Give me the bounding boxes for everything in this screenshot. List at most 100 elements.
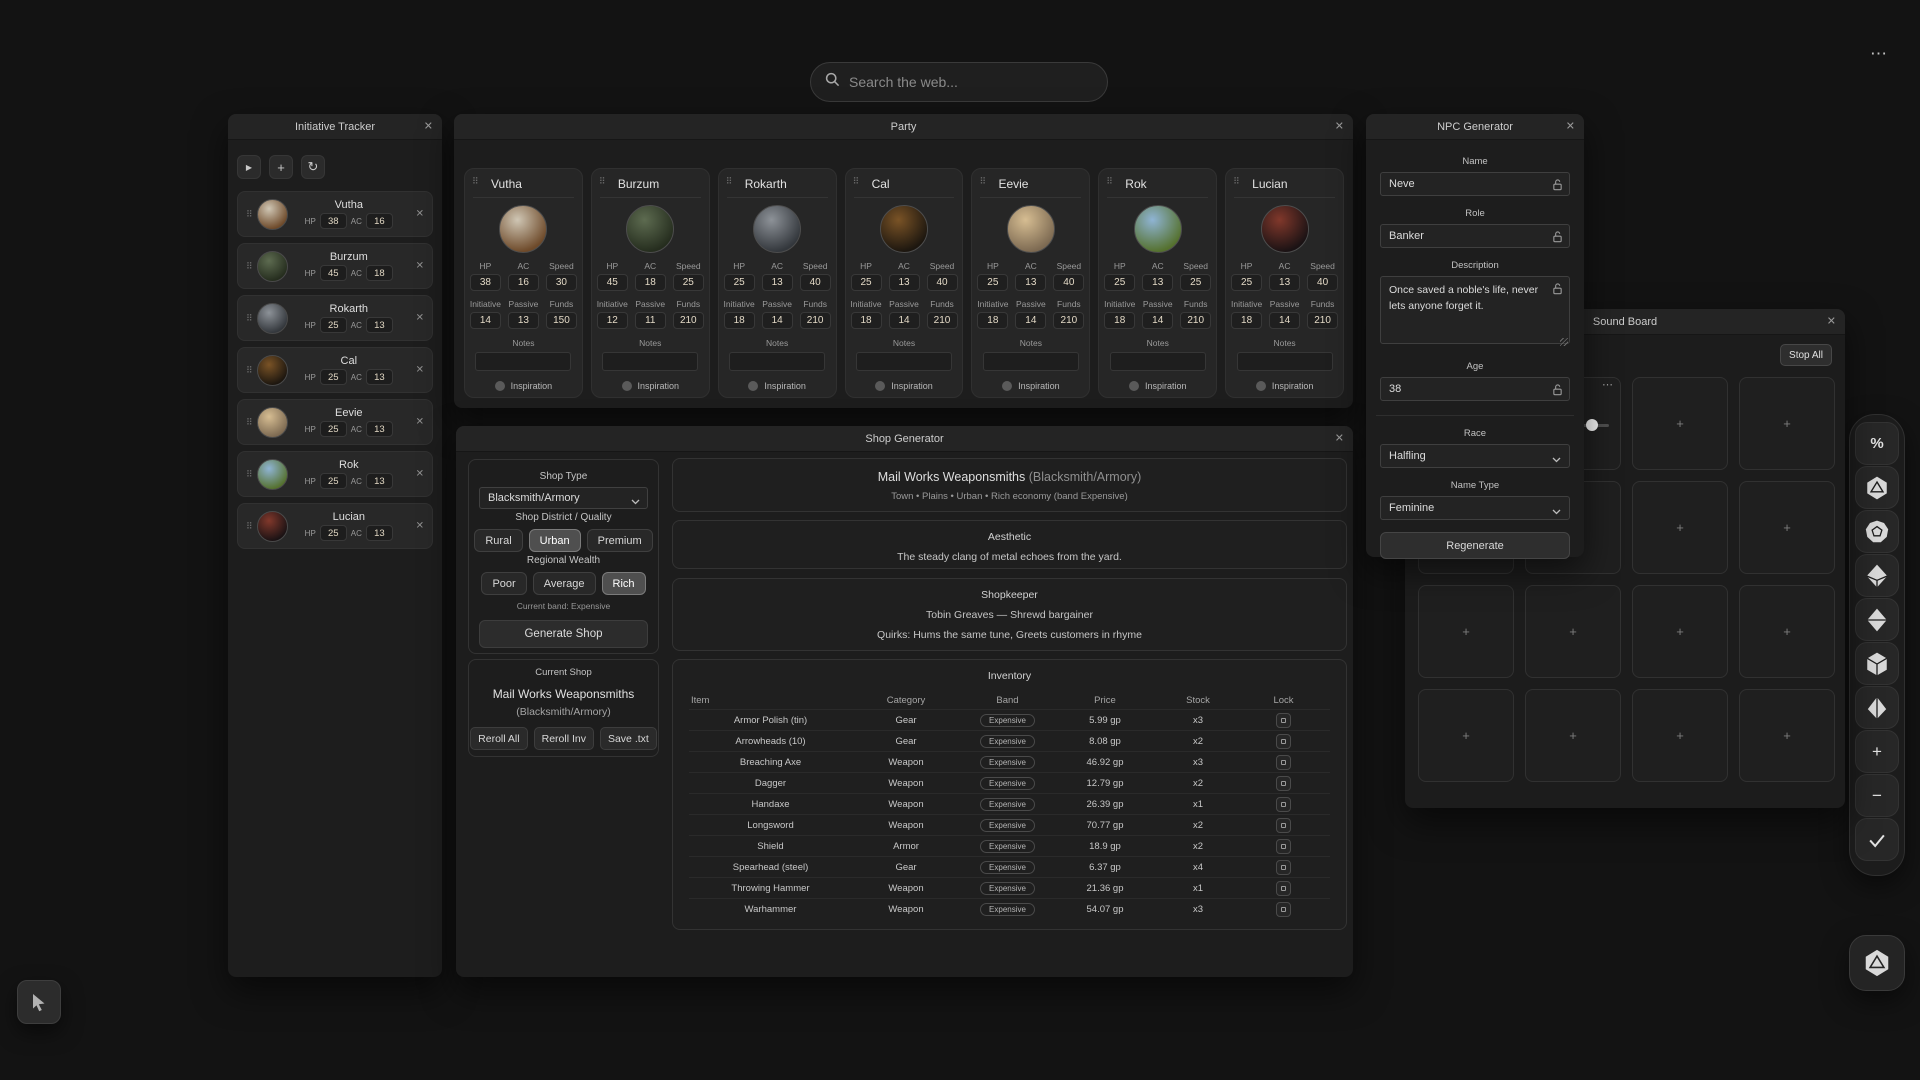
initiative-row[interactable]: ⠿ Vutha HP 38 AC 16 ✕ (237, 191, 433, 237)
speed-value[interactable]: 30 (546, 274, 577, 291)
wealth-option-button[interactable]: Rich (602, 572, 646, 595)
hp-value[interactable]: 25 (320, 317, 347, 333)
passive-value[interactable]: 13 (508, 312, 539, 329)
initiative-value[interactable]: 12 (597, 312, 628, 329)
inspiration-toggle[interactable] (748, 381, 758, 391)
pointer-tool-button[interactable] (17, 980, 61, 1024)
inspiration-toggle[interactable] (622, 381, 632, 391)
remove-combatant-icon[interactable]: ✕ (416, 469, 424, 480)
notes-input[interactable] (475, 352, 571, 371)
notes-input[interactable] (983, 352, 1079, 371)
dice-d10-button[interactable] (1855, 554, 1899, 597)
resize-grip[interactable] (1560, 338, 1568, 346)
dice-increment-button[interactable]: + (1855, 730, 1899, 773)
shop-action-button[interactable]: Reroll All (470, 727, 527, 750)
name-type-select[interactable]: Feminine (1380, 496, 1570, 520)
inspiration-toggle[interactable] (1129, 381, 1139, 391)
speed-value[interactable]: 25 (1180, 274, 1211, 291)
dice-d20-button[interactable] (1855, 466, 1899, 509)
speed-value[interactable]: 40 (1053, 274, 1084, 291)
ac-value[interactable]: 18 (366, 265, 393, 281)
initiative-value[interactable]: 18 (1104, 312, 1135, 329)
sound-tile[interactable]: + (1632, 377, 1728, 470)
lock-item-checkbox[interactable] (1276, 881, 1291, 896)
sound-tile[interactable]: + (1739, 377, 1835, 470)
stop-all-button[interactable]: Stop All (1780, 344, 1832, 366)
initiative-row[interactable]: ⠿ Rok HP 25 AC 13 ✕ (237, 451, 433, 497)
ac-value[interactable]: 13 (366, 473, 393, 489)
remove-combatant-icon[interactable]: ✕ (416, 417, 424, 428)
ac-value[interactable]: 13 (762, 274, 793, 291)
ac-value[interactable]: 13 (1015, 274, 1046, 291)
drag-handle-icon[interactable]: ⠿ (853, 176, 860, 187)
hp-value[interactable]: 45 (597, 274, 628, 291)
hp-value[interactable]: 45 (320, 265, 347, 281)
lock-item-checkbox[interactable] (1276, 713, 1291, 728)
overflow-menu-icon[interactable]: ⋯ (1870, 44, 1888, 64)
regenerate-button[interactable]: Regenerate (1380, 532, 1570, 559)
initiative-value[interactable]: 18 (724, 312, 755, 329)
lock-item-checkbox[interactable] (1276, 818, 1291, 833)
district-option-button[interactable]: Urban (529, 529, 581, 552)
close-icon[interactable]: ✕ (1335, 121, 1344, 132)
sound-tile[interactable]: + (1632, 481, 1728, 574)
sound-tile[interactable]: + (1632, 585, 1728, 678)
wealth-option-button[interactable]: Average (533, 572, 596, 595)
dice-d6-button[interactable] (1855, 642, 1899, 685)
sound-tile[interactable]: + (1525, 689, 1621, 782)
initiative-value[interactable]: 18 (977, 312, 1008, 329)
lock-item-checkbox[interactable] (1276, 776, 1291, 791)
npc-role-input[interactable] (1380, 224, 1570, 248)
hp-value[interactable]: 25 (977, 274, 1008, 291)
drag-handle-icon[interactable]: ⠿ (726, 176, 733, 187)
dice-d4-button[interactable] (1855, 686, 1899, 729)
npc-description-textarea[interactable]: Once saved a noble's life, never lets an… (1380, 276, 1570, 344)
inspiration-toggle[interactable] (1002, 381, 1012, 391)
dice-confirm-button[interactable] (1855, 818, 1899, 861)
unlock-icon[interactable] (1552, 383, 1563, 401)
lock-item-checkbox[interactable] (1276, 797, 1291, 812)
hp-value[interactable]: 25 (320, 473, 347, 489)
play-round-button[interactable]: ▶ (237, 155, 261, 179)
funds-value[interactable]: 210 (1053, 312, 1084, 329)
hp-value[interactable]: 25 (320, 525, 347, 541)
speed-value[interactable]: 25 (673, 274, 704, 291)
unlock-icon[interactable] (1552, 282, 1563, 300)
drag-handle-icon[interactable]: ⠿ (246, 521, 253, 532)
web-search-bar[interactable] (810, 62, 1108, 102)
sound-tile[interactable]: + (1739, 481, 1835, 574)
inspiration-toggle[interactable] (875, 381, 885, 391)
initiative-row[interactable]: ⠿ Rokarth HP 25 AC 13 ✕ (237, 295, 433, 341)
initiative-value[interactable]: 18 (851, 312, 882, 329)
initiative-row[interactable]: ⠿ Burzum HP 45 AC 18 ✕ (237, 243, 433, 289)
lock-item-checkbox[interactable] (1276, 902, 1291, 917)
shop-type-select[interactable]: Blacksmith/Armory (479, 487, 648, 509)
drag-handle-icon[interactable]: ⠿ (246, 365, 253, 376)
sound-tile[interactable]: + (1739, 585, 1835, 678)
remove-combatant-icon[interactable]: ✕ (416, 521, 424, 532)
remove-combatant-icon[interactable]: ✕ (416, 261, 424, 272)
passive-value[interactable]: 14 (889, 312, 920, 329)
race-select[interactable]: Halfling (1380, 444, 1570, 468)
hp-value[interactable]: 38 (470, 274, 501, 291)
ac-value[interactable]: 13 (366, 317, 393, 333)
funds-value[interactable]: 210 (800, 312, 831, 329)
initiative-row[interactable]: ⠿ Eevie HP 25 AC 13 ✕ (237, 399, 433, 445)
hp-value[interactable]: 38 (320, 213, 347, 229)
remove-combatant-icon[interactable]: ✕ (416, 209, 424, 220)
drag-handle-icon[interactable]: ⠿ (246, 313, 253, 324)
drag-handle-icon[interactable]: ⠿ (472, 176, 479, 187)
wealth-option-button[interactable]: Poor (481, 572, 526, 595)
remove-combatant-icon[interactable]: ✕ (416, 313, 424, 324)
notes-input[interactable] (729, 352, 825, 371)
notes-input[interactable] (1237, 352, 1333, 371)
inspiration-toggle[interactable] (495, 381, 505, 391)
npc-name-input[interactable] (1380, 172, 1570, 196)
sound-tile[interactable]: + (1525, 585, 1621, 678)
passive-value[interactable]: 11 (635, 312, 666, 329)
sound-tile[interactable]: + (1632, 689, 1728, 782)
cycle-initiative-button[interactable]: ↻ (301, 155, 325, 179)
hp-value[interactable]: 25 (320, 421, 347, 437)
passive-value[interactable]: 14 (1142, 312, 1173, 329)
funds-value[interactable]: 210 (673, 312, 704, 329)
